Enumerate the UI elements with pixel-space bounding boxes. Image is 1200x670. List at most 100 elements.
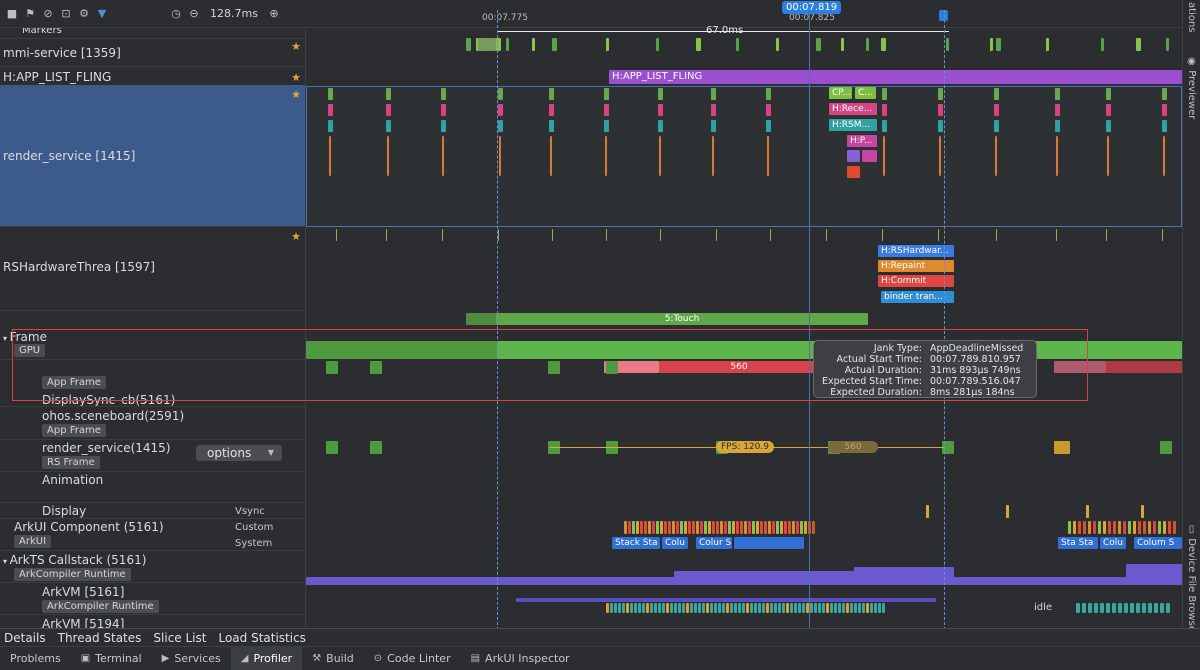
arkts-slice[interactable] xyxy=(782,603,785,613)
arkts-slice[interactable] xyxy=(794,603,797,613)
arkui-slice[interactable] xyxy=(736,521,739,534)
render-service-slice[interactable] xyxy=(1106,120,1111,132)
mmi-service-slice[interactable] xyxy=(866,38,869,51)
arkui-slice[interactable] xyxy=(1088,521,1091,534)
render-service-slice[interactable] xyxy=(659,136,661,176)
arkui-slice[interactable] xyxy=(624,521,627,534)
arkui-slice[interactable] xyxy=(776,521,779,534)
render-service-slice[interactable] xyxy=(329,136,331,176)
arkui-slice[interactable] xyxy=(1148,521,1151,534)
arkui-slice[interactable] xyxy=(648,521,651,534)
arkui-slice[interactable] xyxy=(676,521,679,534)
arkui-slice[interactable] xyxy=(656,521,659,534)
render-service-slice[interactable] xyxy=(994,120,999,132)
arkts-slice[interactable] xyxy=(850,603,853,613)
arkui-slice[interactable] xyxy=(1143,521,1146,534)
arkts-slice[interactable] xyxy=(878,603,881,613)
arkui-slice[interactable] xyxy=(632,521,635,534)
render-service-slice[interactable] xyxy=(766,120,771,132)
mmi-service-slice[interactable] xyxy=(990,38,993,51)
tab-load-statistics[interactable]: Load Statistics xyxy=(218,631,305,645)
render-service-slice[interactable] xyxy=(994,88,999,100)
arkts-slice[interactable] xyxy=(734,603,737,613)
arkts-slice[interactable] xyxy=(1136,603,1140,613)
arkts-slice[interactable] xyxy=(666,603,669,613)
arkts-slice[interactable] xyxy=(770,603,773,613)
render-service-slice[interactable] xyxy=(604,104,609,116)
render-service-slice[interactable] xyxy=(441,104,446,116)
column-slice[interactable]: Colur S xyxy=(696,537,732,549)
stack-slice[interactable]: Stack Sta xyxy=(612,537,660,549)
rshardware-slice[interactable] xyxy=(1162,229,1163,241)
star-icon[interactable]: ★ xyxy=(291,40,301,53)
arkts-slice[interactable] xyxy=(726,603,729,613)
mmi-service-slice[interactable] xyxy=(532,38,535,51)
render-service-slice[interactable] xyxy=(994,104,999,116)
rshardware-slice[interactable] xyxy=(336,229,337,241)
arkui-slice[interactable] xyxy=(724,521,727,534)
arkui-slice[interactable] xyxy=(740,521,743,534)
render-service-slice[interactable] xyxy=(498,104,503,116)
arkui-slice[interactable] xyxy=(800,521,803,534)
arkts-slice[interactable] xyxy=(642,603,645,613)
arkvm-5161-label[interactable]: ArkVM [5161] xyxy=(42,585,124,599)
arkts-slice[interactable] xyxy=(1154,603,1158,613)
arkts-slice[interactable] xyxy=(654,603,657,613)
render-service-slice[interactable] xyxy=(442,136,444,176)
fps-ghost-badge[interactable]: 560 xyxy=(828,441,878,453)
arkts-slice[interactable] xyxy=(714,603,717,613)
filter-icon[interactable]: ▼ xyxy=(96,7,108,20)
arkts-slice[interactable] xyxy=(1124,603,1128,613)
star-icon[interactable]: ★ xyxy=(291,71,301,84)
render-service-slice[interactable] xyxy=(939,136,941,176)
column-slice[interactable]: Colu xyxy=(662,537,688,549)
render-service-slice[interactable] xyxy=(1163,136,1165,176)
render-service-track[interactable] xyxy=(306,86,1182,227)
frame-slice[interactable] xyxy=(926,505,929,518)
arkts-slice[interactable] xyxy=(778,603,781,613)
arkui-component-label[interactable]: ArkUI Component (5161) xyxy=(14,520,164,534)
arkts-slice[interactable] xyxy=(1130,603,1134,613)
rshardware-slice[interactable] xyxy=(660,229,661,241)
render-sub-slice[interactable] xyxy=(847,166,860,178)
render-service-slice[interactable] xyxy=(386,120,391,132)
rshardware-thread-label[interactable]: RSHardwareThrea [1597] xyxy=(3,260,305,274)
frame-slice[interactable] xyxy=(1086,505,1089,518)
arkui-slice[interactable] xyxy=(672,521,675,534)
rshardware-slice[interactable] xyxy=(826,229,827,241)
render-service-slice[interactable] xyxy=(712,136,714,176)
render-service-slice[interactable] xyxy=(882,120,887,132)
arkts-slice[interactable] xyxy=(802,603,805,613)
render-service-slice[interactable] xyxy=(1055,120,1060,132)
arkts-slice[interactable] xyxy=(774,603,777,613)
arkui-slice[interactable] xyxy=(692,521,695,534)
arkts-slice[interactable] xyxy=(798,603,801,613)
arkui-slice[interactable] xyxy=(1083,521,1086,534)
sceneboard-label[interactable]: ohos.sceneboard(2591) xyxy=(42,409,184,423)
arkui-slice[interactable] xyxy=(716,521,719,534)
arkts-slice[interactable] xyxy=(634,603,637,613)
render-service-slice[interactable] xyxy=(549,88,554,100)
mmi-service-slice[interactable] xyxy=(841,38,844,51)
render-service-slice[interactable] xyxy=(441,88,446,100)
arkui-slice[interactable] xyxy=(1128,521,1131,534)
arkts-slice[interactable] xyxy=(738,603,741,613)
arkts-slice[interactable] xyxy=(674,603,677,613)
settings-icon[interactable]: ⚙ xyxy=(78,7,90,20)
rshardware-slice[interactable]: H:RSHardwar... xyxy=(878,245,954,257)
render-service-slice[interactable] xyxy=(1106,104,1111,116)
animation-label[interactable]: Animation xyxy=(42,473,103,487)
display-label[interactable]: Display xyxy=(42,504,86,518)
notifications-tab[interactable]: ations xyxy=(1186,2,1197,33)
tool-tab-build[interactable]: ⚒ Build xyxy=(302,647,364,670)
arkts-slice[interactable] xyxy=(610,603,613,613)
arkts-slice[interactable] xyxy=(1076,603,1080,613)
arkui-slice[interactable] xyxy=(664,521,667,534)
arkts-slice[interactable] xyxy=(882,603,885,613)
arkts-slice[interactable] xyxy=(786,603,789,613)
arkui-slice[interactable] xyxy=(696,521,699,534)
rshardware-slice[interactable] xyxy=(882,229,883,241)
column-slice-2[interactable]: Colu xyxy=(1100,537,1126,549)
options-dropdown[interactable]: options ▼ xyxy=(196,445,282,461)
arkts-slice[interactable] xyxy=(870,603,873,613)
